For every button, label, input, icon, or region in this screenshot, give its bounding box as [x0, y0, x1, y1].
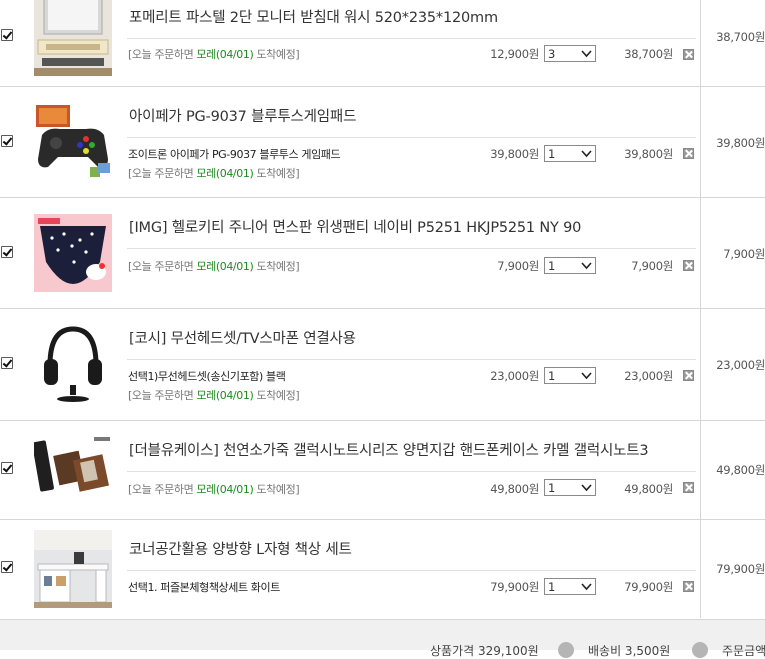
quantity-select[interactable]: 1: [544, 578, 596, 595]
chevron-down-icon: [581, 484, 592, 492]
chevron-down-icon: [581, 372, 592, 380]
item-title[interactable]: 코너공간활용 양방향 L자형 책상 세트: [129, 538, 352, 559]
order-summary-bar: 상품가격 329,100원 배송비 3,500원 주문금액: [0, 619, 765, 658]
delete-icon[interactable]: [683, 581, 694, 592]
delivery-estimate: [오늘 주문하면 모레(04/01) 도착예정]: [128, 483, 300, 496]
item-total: 23,000원: [716, 358, 765, 372]
monitor-stand-image[interactable]: [34, 0, 112, 76]
unit-price: 7,900원: [497, 259, 539, 273]
item-title[interactable]: 아이페가 PG-9037 블루투스게임패드: [129, 105, 356, 126]
item-sum: 38,700원: [624, 47, 673, 61]
divider: [127, 137, 696, 138]
delivery-estimate: [오늘 주문하면 모레(04/01) 도착예정]: [128, 48, 300, 61]
cart-item-row: 포메리트 파스텔 2단 모니터 받침대 워시 520*235*120mm [오늘…: [0, 0, 765, 87]
quantity-select[interactable]: 1: [544, 257, 596, 274]
delete-icon[interactable]: [683, 370, 694, 381]
shipping-fee: 배송비 3,500원: [588, 644, 671, 658]
hello-kitty-underwear-image[interactable]: [34, 214, 112, 292]
item-sum: 79,900원: [624, 580, 673, 594]
chevron-down-icon: [581, 262, 592, 270]
divider: [127, 570, 696, 571]
item-total: 7,900원: [723, 247, 765, 261]
quantity-select[interactable]: 1: [544, 145, 596, 162]
quantity-select[interactable]: 1: [544, 367, 596, 384]
item-sum: 23,000원: [624, 369, 673, 383]
delete-icon[interactable]: [683, 49, 694, 60]
item-sum: 7,900원: [631, 259, 673, 273]
item-total: 39,800원: [716, 136, 765, 150]
minus-icon: [558, 642, 574, 658]
chevron-down-icon: [581, 150, 592, 158]
item-title[interactable]: [더블유케이스] 천연소가죽 갤럭시노트시리즈 양면지갑 핸드폰케이스 카멜 갤…: [129, 439, 649, 460]
divider: [127, 471, 696, 472]
unit-price: 79,900원: [490, 580, 539, 594]
delete-icon[interactable]: [683, 260, 694, 271]
cart-item-row: 코너공간활용 양방향 L자형 책상 세트 선택1. 퍼즐본체형책상세트 화이트 …: [0, 520, 765, 619]
delivery-estimate: [오늘 주문하면 모레(04/01) 도착예정]: [128, 260, 300, 273]
chevron-down-icon: [581, 50, 592, 58]
item-total: 38,700원: [716, 30, 765, 44]
cart-item-row: 아이페가 PG-9037 블루투스게임패드 조이트론 아이페가 PG-9037 …: [0, 87, 765, 198]
divider: [127, 38, 696, 39]
item-title[interactable]: [코시] 무선헤드셋/TV스마폰 연결사용: [129, 327, 356, 348]
item-checkbox[interactable]: [1, 357, 13, 369]
item-sum: 49,800원: [624, 482, 673, 496]
quantity-select[interactable]: 3: [544, 45, 596, 62]
item-title[interactable]: [IMG] 헬로키티 주니어 면스판 위생팬티 네이비 P5251 HKJP52…: [129, 216, 581, 237]
unit-price: 23,000원: [490, 369, 539, 383]
item-sum: 39,800원: [624, 147, 673, 161]
product-total: 상품가격 329,100원: [430, 644, 539, 658]
divider: [127, 359, 696, 360]
item-checkbox[interactable]: [1, 561, 13, 573]
gamepad-image[interactable]: [34, 103, 112, 181]
delivery-estimate: [오늘 주문하면 모레(04/01) 도착예정]: [128, 389, 300, 402]
unit-price: 12,900원: [490, 47, 539, 61]
delivery-estimate: [오늘 주문하면 모레(04/01) 도착예정]: [128, 167, 300, 180]
quantity-select[interactable]: 1: [544, 479, 596, 496]
cart-item-row: [IMG] 헬로키티 주니어 면스판 위생팬티 네이비 P5251 HKJP52…: [0, 198, 765, 309]
item-checkbox[interactable]: [1, 135, 13, 147]
order-total-label: 주문금액: [722, 644, 765, 658]
unit-price: 39,800원: [490, 147, 539, 161]
item-option: 조이트론 아이페가 PG-9037 블루투스 게임패드: [128, 148, 341, 161]
item-title[interactable]: 포메리트 파스텔 2단 모니터 받침대 워시 520*235*120mm: [129, 6, 498, 27]
cart-item-row: [더블유케이스] 천연소가죽 갤럭시노트시리즈 양면지갑 핸드폰케이스 카멜 갤…: [0, 421, 765, 520]
l-desk-image[interactable]: [34, 530, 112, 608]
cart-item-row: [코시] 무선헤드셋/TV스마폰 연결사용 선택1)무선헤드셋(송신기포함) 블…: [0, 309, 765, 421]
item-checkbox[interactable]: [1, 29, 13, 41]
delete-icon[interactable]: [683, 482, 694, 493]
item-total: 79,900원: [716, 562, 765, 576]
phone-case-image[interactable]: [34, 431, 112, 509]
unit-price: 49,800원: [490, 482, 539, 496]
delete-icon[interactable]: [683, 148, 694, 159]
item-total: 49,800원: [716, 463, 765, 477]
chevron-down-icon: [581, 583, 592, 591]
divider: [127, 248, 696, 249]
item-checkbox[interactable]: [1, 246, 13, 258]
item-checkbox[interactable]: [1, 462, 13, 474]
item-option: 선택1. 퍼즐본체형책상세트 화이트: [128, 581, 280, 594]
item-option: 선택1)무선헤드셋(송신기포함) 블랙: [128, 370, 286, 383]
equals-icon: [692, 642, 708, 658]
headset-image[interactable]: [34, 325, 112, 403]
